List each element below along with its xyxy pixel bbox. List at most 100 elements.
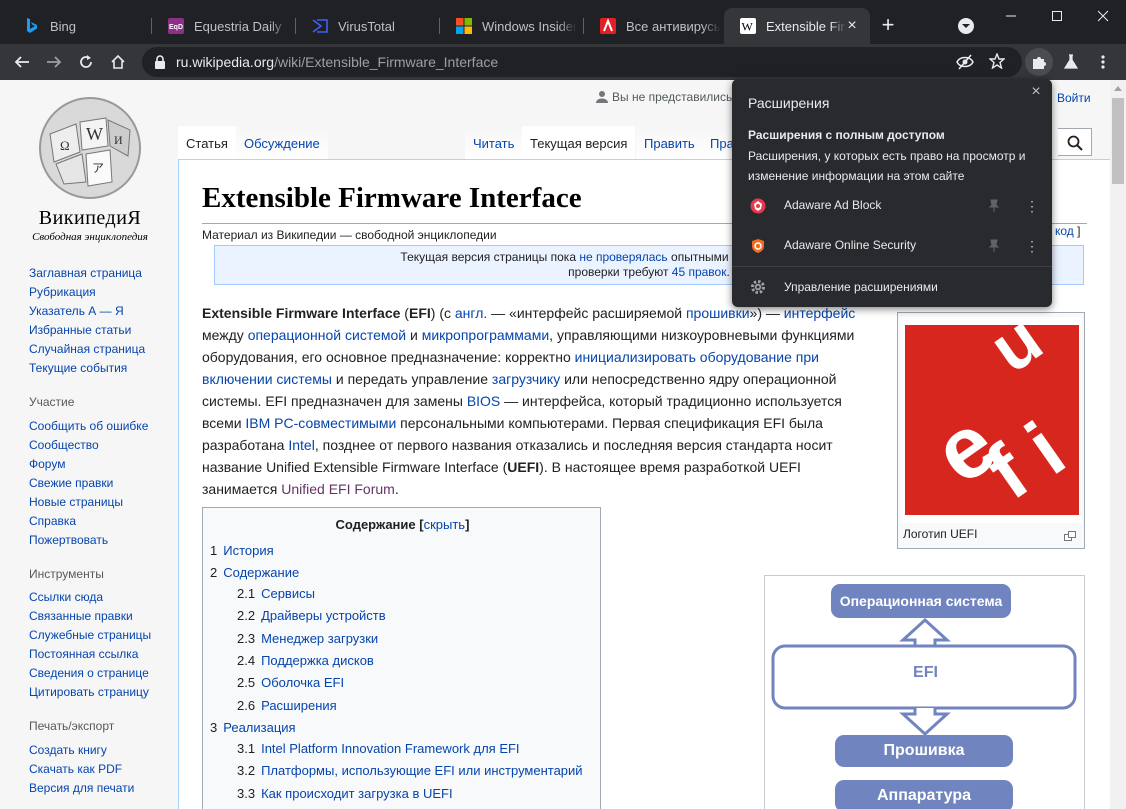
link-uefi-forum[interactable]: Unified EFI Forum	[281, 481, 395, 497]
tab-edit[interactable]: Править	[636, 126, 703, 160]
toc-item[interactable]: 2 Содержание	[210, 565, 299, 580]
sidebar-link-categories[interactable]: Рубрикация	[29, 283, 145, 302]
sidebar-link-new-pages[interactable]: Новые страницы	[29, 493, 148, 512]
toc-item[interactable]: 2.2 Драйверы устройств	[237, 608, 386, 623]
toc-item[interactable]: 1 История	[210, 543, 274, 558]
link-bootloader[interactable]: загрузчику	[492, 371, 560, 387]
sidebar-link-report-error[interactable]: Сообщить об ошибке	[29, 417, 148, 436]
home-button[interactable]	[104, 48, 132, 76]
tab-wikipedia-active[interactable]: W Extensible Firmware ×	[724, 8, 870, 44]
toc-item[interactable]: 3.3 Как происходит загрузка в UEFI	[237, 786, 453, 801]
toc-item[interactable]: 2.4 Поддержка дисков	[237, 653, 374, 668]
svg-text:Ω: Ω	[60, 138, 70, 153]
toc-item[interactable]: 2.6 Расширения	[237, 698, 337, 713]
sidebar-link-cite[interactable]: Цитировать страницу	[29, 683, 151, 702]
tab-virustotal[interactable]: VirusTotal	[296, 8, 440, 44]
tab-bing[interactable]: Bing	[8, 8, 152, 44]
pin-icon[interactable]	[986, 238, 1002, 254]
link-bios[interactable]: BIOS	[467, 393, 500, 409]
uefi-logo-image[interactable]: u e f i	[902, 299, 1082, 523]
sidebar-link-download-pdf[interactable]: Скачать как PDF	[29, 760, 134, 779]
extensions-puzzle-icon[interactable]	[1025, 48, 1053, 76]
sidebar-link-what-links-here[interactable]: Ссылки сюда	[29, 588, 151, 607]
address-bar[interactable]: ru.wikipedia.org/wiki/Extensible_Firmwar…	[142, 47, 1022, 77]
svg-text:ア: ア	[92, 161, 104, 175]
new-tab-button[interactable]: +	[876, 14, 900, 38]
sidebar-link-forum[interactable]: Форум	[29, 455, 148, 474]
tab-edit-source[interactable]: Пра	[702, 126, 732, 160]
sidebar-link-main-page[interactable]: Заглавная страница	[29, 264, 145, 283]
extension-more-icon[interactable]: ⋮	[1024, 196, 1040, 216]
sidebar-link-special-pages[interactable]: Служебные страницы	[29, 626, 151, 645]
reload-button[interactable]	[72, 48, 100, 76]
forward-button[interactable]	[40, 48, 68, 76]
svg-text:W: W	[742, 20, 754, 34]
sidebar-link-index[interactable]: Указатель А — Я	[29, 302, 145, 321]
extension-item-adaware-ad-block[interactable]: Adaware Ad Block ⋮	[732, 186, 1052, 226]
sidebar-link-create-book[interactable]: Создать книгу	[29, 741, 134, 760]
url-text[interactable]: ru.wikipedia.org/wiki/Extensible_Firmwar…	[176, 54, 498, 70]
sidebar-link-donate[interactable]: Пожертвовать	[29, 531, 148, 550]
close-tab-icon[interactable]: ×	[844, 18, 860, 34]
tab-article[interactable]: Статья	[178, 126, 236, 160]
link-intel[interactable]: Intel	[288, 437, 314, 453]
sidebar-link-community[interactable]: Сообщество	[29, 436, 148, 455]
toc-item[interactable]: 3 Реализация	[210, 720, 296, 735]
login-link[interactable]: Войти	[1057, 91, 1091, 105]
tab-current-version[interactable]: Текущая версия	[522, 126, 636, 160]
toc-item[interactable]: 3.2 Платформы, использующие EFI или инстр…	[237, 763, 583, 778]
sidebar-link-random[interactable]: Случайная страница	[29, 340, 145, 359]
extension-item-adaware-online-security[interactable]: Adaware Online Security ⋮	[732, 226, 1052, 266]
sidebar-link-help[interactable]: Справка	[29, 512, 148, 531]
toc-item[interactable]: 3.1 Intel Platform Innovation Framework д…	[237, 741, 520, 756]
toc-item[interactable]: 2.3 Менеджер загрузки	[237, 631, 378, 646]
pin-icon[interactable]	[986, 198, 1002, 214]
pending-edits-link[interactable]: 45 правок	[672, 265, 727, 279]
sidebar-link-printable[interactable]: Версия для печати	[29, 779, 134, 798]
edit-code-link-wrap: код ]	[1055, 224, 1081, 238]
sidebar-link-featured[interactable]: Избранные статьи	[29, 321, 145, 340]
close-window-button[interactable]	[1080, 0, 1126, 32]
tab-equestria-daily[interactable]: EqD Equestria Daily	[152, 8, 296, 44]
toc-item[interactable]: 2.1 Сервисы	[237, 586, 315, 601]
wikipedia-logo[interactable]: W Ω И ア ВикипедиЯ Свободная энциклопедия	[20, 90, 160, 243]
sidebar-link-recent-changes[interactable]: Свежие правки	[29, 474, 148, 493]
edit-code-link[interactable]: код	[1055, 224, 1074, 238]
sidebar-link-current-events[interactable]: Текущие события	[29, 359, 145, 378]
link-firmware[interactable]: прошивки	[686, 305, 750, 321]
tab-windows-insider[interactable]: Windows Insider	[440, 8, 584, 44]
link-microprograms[interactable]: микропрограммами	[422, 327, 549, 343]
not-checked-link[interactable]: не проверялась	[579, 250, 667, 264]
close-popup-icon[interactable]: ×	[1028, 83, 1044, 100]
tracking-blocked-eye-icon[interactable]	[956, 53, 974, 76]
flask-labs-icon[interactable]	[1057, 48, 1085, 76]
link-os[interactable]: операционной системой	[248, 327, 406, 343]
tab-talk[interactable]: Обсуждение	[236, 126, 328, 160]
popup-divider	[732, 266, 1052, 267]
manage-extensions-button[interactable]: Управление расширениями	[732, 271, 1052, 303]
scroll-up-arrow-icon[interactable]	[1114, 85, 1122, 91]
page-scrollbar[interactable]	[1110, 80, 1126, 809]
tab-search-button[interactable]	[943, 10, 989, 42]
lock-icon[interactable]	[154, 54, 166, 75]
sidebar-link-permanent-link[interactable]: Постоянная ссылка	[29, 645, 151, 664]
back-button[interactable]	[8, 48, 36, 76]
menu-kebab-icon[interactable]	[1089, 48, 1117, 76]
efi-architecture-diagram[interactable]: Операционная система EFI Прошивка Аппара…	[764, 575, 1085, 809]
tab-read[interactable]: Читать	[465, 126, 523, 160]
bookmark-star-icon[interactable]	[988, 52, 1006, 74]
toc-item[interactable]: 2.5 Оболочка EFI	[237, 675, 344, 690]
search-button[interactable]	[1058, 128, 1092, 156]
link-ibm-pc[interactable]: IBM PC-совместимыми	[245, 415, 396, 431]
sidebar-link-related-changes[interactable]: Связанные правки	[29, 607, 151, 626]
sidebar-link-page-info[interactable]: Сведения о странице	[29, 664, 151, 683]
link-interface[interactable]: интерфейс	[784, 305, 856, 321]
enlarge-icon[interactable]	[1064, 531, 1076, 541]
toc-hide-link[interactable]: скрыть	[424, 517, 466, 532]
scrollbar-thumb[interactable]	[1112, 98, 1124, 184]
link-english[interactable]: англ.	[455, 305, 487, 321]
tab-antivirus[interactable]: Все антивирусы	[584, 8, 724, 44]
minimize-button[interactable]	[988, 0, 1034, 32]
extension-more-icon[interactable]: ⋮	[1024, 236, 1040, 256]
maximize-button[interactable]	[1034, 0, 1080, 32]
